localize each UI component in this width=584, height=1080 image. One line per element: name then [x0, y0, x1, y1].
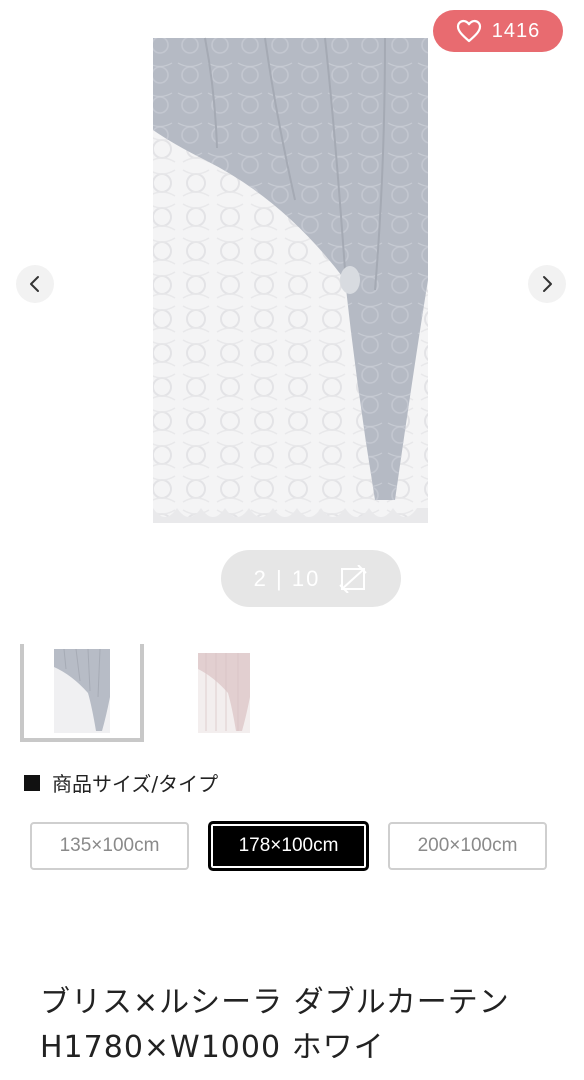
thumbnail-image: [54, 648, 110, 733]
size-options: 135×100cm 178×100cm 200×100cm: [30, 822, 547, 870]
size-option-200x100[interactable]: 200×100cm: [388, 822, 547, 870]
like-button[interactable]: 1416: [433, 10, 563, 52]
thumbnail-gray-curtain[interactable]: [20, 644, 144, 742]
product-image: [153, 37, 428, 523]
chevron-left-icon: [30, 276, 39, 292]
product-page: 1416 2 | 10 商品サイズ/タイプ 135×100cm 178×100c…: [0, 0, 584, 1080]
chevron-right-icon: [543, 276, 552, 292]
next-image-button[interactable]: [528, 265, 566, 303]
thumbnail-image: [198, 653, 250, 733]
thumbnail-pink-curtain[interactable]: [162, 644, 286, 742]
product-image-gallery[interactable]: 1416 2 | 10: [0, 0, 584, 620]
heart-outline-icon: [456, 19, 481, 43]
like-count: 1416: [491, 19, 541, 42]
image-counter: 2 | 10: [253, 565, 321, 591]
expand-icon: [339, 564, 368, 593]
size-type-heading: 商品サイズ/タイプ: [24, 768, 218, 797]
size-option-178x100[interactable]: 178×100cm: [209, 822, 368, 870]
product-title: ブリス×ルシーラ ダブルカーテン H1780×W1000 ホワイ: [40, 985, 510, 1065]
size-option-135x100[interactable]: 135×100cm: [30, 822, 189, 870]
previous-image-button[interactable]: [16, 265, 54, 303]
square-bullet-icon: [24, 774, 40, 791]
size-type-heading-text: 商品サイズ/タイプ: [52, 772, 219, 796]
thumbnail-strip: [20, 644, 286, 746]
image-counter-expand-button[interactable]: 2 | 10: [221, 550, 401, 607]
